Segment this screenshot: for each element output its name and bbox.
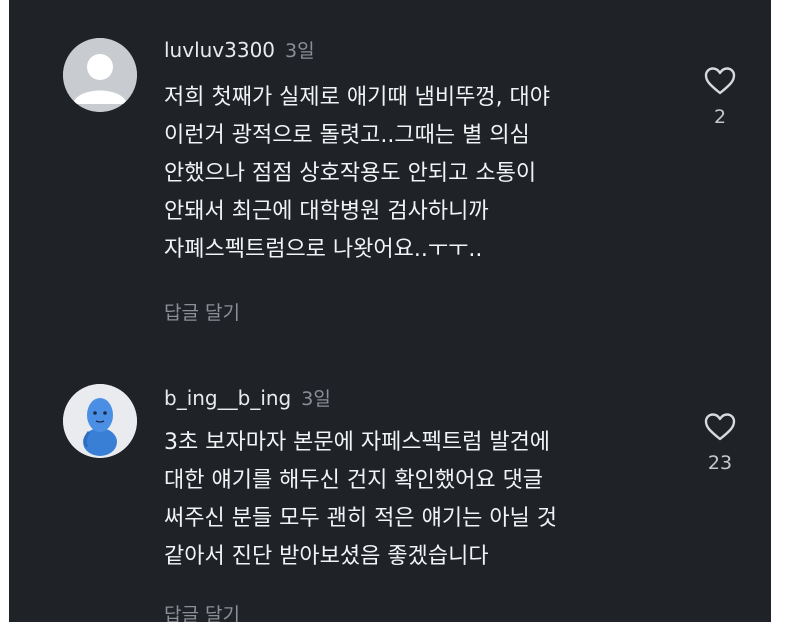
comment-time: 3일 <box>301 388 331 410</box>
like-count: 2 <box>713 106 727 128</box>
comment-time: 3일 <box>285 40 315 62</box>
like-button[interactable]: 2 <box>695 66 745 128</box>
comment-line: 이런거 광적으로 돌렷고..그때는 별 의심 <box>164 123 530 148</box>
blue-doll-avatar-icon <box>63 384 137 458</box>
comment-line: 같아서 진단 받아보셨음 좋겠습니다 <box>164 544 489 569</box>
comment-line: 자폐스펙트럼으로 나왓어요..ㅜㅜ.. <box>164 237 483 262</box>
comment-username[interactable]: luvluv3300 3일 <box>164 36 315 63</box>
reply-button[interactable]: 답글 달기 <box>164 600 240 622</box>
comment-line: 안했으나 점점 상호작용도 안되고 소통이 <box>164 161 537 186</box>
like-count: 23 <box>707 452 733 474</box>
comment-username[interactable]: b_ing__b_ing 3일 <box>164 384 331 411</box>
comment-body: 3초 보자마자 본문에 자페스펙트럼 발견에 대한 얘기를 해두신 건지 확인했… <box>164 424 684 576</box>
comments-panel: luvluv3300 3일 저희 첫째가 실제로 애기때 냄비뚜껑, 대야 이런거… <box>9 0 771 622</box>
comment-line: 3초 보자마자 본문에 자페스펙트럼 발견에 <box>164 430 551 455</box>
comment-line: 써주신 분들 모두 괜히 적은 얘기는 아닐 것 <box>164 506 558 531</box>
avatar[interactable] <box>63 384 137 458</box>
avatar[interactable] <box>63 38 137 112</box>
comment-body: 저희 첫째가 실제로 애기때 냄비뚜껑, 대야 이런거 광적으로 돌렷고..그때… <box>164 79 684 269</box>
heart-icon[interactable] <box>704 66 736 96</box>
reply-button[interactable]: 답글 달기 <box>164 298 240 325</box>
comment-line: 안돼서 최근에 대학병원 검사하니까 <box>164 199 489 224</box>
username-text[interactable]: luvluv3300 <box>164 38 275 62</box>
heart-icon[interactable] <box>704 412 736 442</box>
comment-line: 저희 첫째가 실제로 애기때 냄비뚜껑, 대야 <box>164 85 551 110</box>
username-text[interactable]: b_ing__b_ing <box>164 386 291 410</box>
like-button[interactable]: 23 <box>695 412 745 474</box>
comment-line: 대한 얘기를 해두신 건지 확인했어요 댓글 <box>164 468 544 493</box>
default-avatar-icon <box>63 38 137 112</box>
